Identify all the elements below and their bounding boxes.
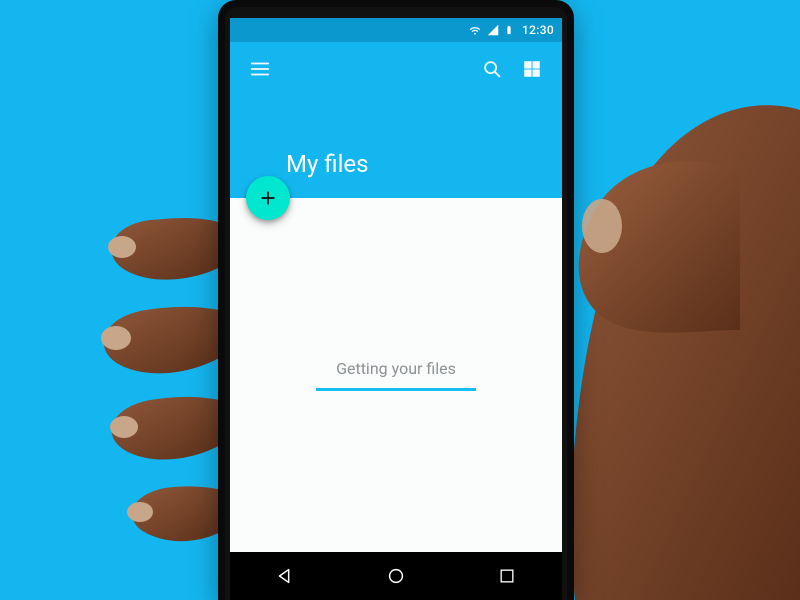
android-nav-bar [230,552,562,600]
cell-signal-icon [486,23,500,37]
home-circle-icon [385,565,407,587]
app-bar: My files [230,42,562,198]
page-title: My files [286,150,369,178]
android-status-bar: 12:30 [230,18,562,42]
menu-button[interactable] [244,53,276,85]
view-grid-button[interactable] [516,53,548,85]
loading-progress-bar [316,388,476,391]
nav-home-button[interactable] [366,552,426,600]
loading-progress-indicator [316,388,476,391]
add-fab-button[interactable] [246,176,290,220]
nav-back-button[interactable] [255,552,315,600]
recents-square-icon [497,566,517,586]
grid-tiles-icon [521,58,543,80]
phone-screen: 12:30 [230,18,562,552]
hamburger-menu-icon [249,58,271,80]
plus-icon [258,188,278,208]
nav-recents-button[interactable] [477,552,537,600]
status-bar-time: 12:30 [522,23,554,37]
wifi-icon [468,23,482,37]
loading-status-text: Getting your files [336,359,456,378]
back-triangle-icon [274,565,296,587]
search-icon [481,58,503,80]
search-button[interactable] [476,53,508,85]
phone-device-frame: 12:30 [218,0,574,600]
battery-icon [504,23,514,37]
content-area: Getting your files [230,198,562,552]
